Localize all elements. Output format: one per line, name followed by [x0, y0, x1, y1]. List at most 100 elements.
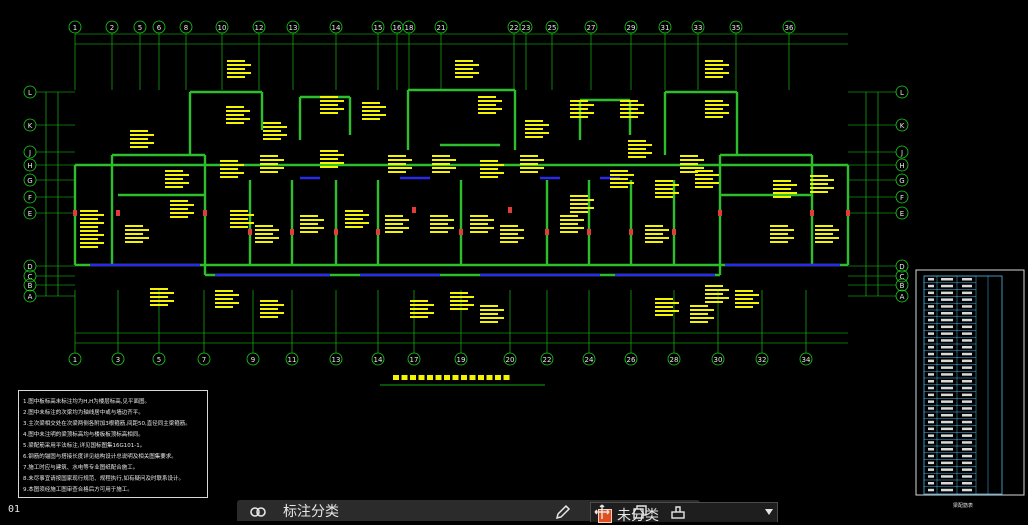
rebar-annotation: [150, 288, 168, 290]
rebar-annotation: [705, 108, 723, 110]
rebar-annotation: [430, 219, 454, 221]
rebar-annotation: [432, 155, 450, 157]
rebar-annotation: [690, 309, 714, 311]
rebar-annotation: [655, 196, 673, 198]
column-marker: [587, 229, 591, 235]
axis-label: E: [28, 210, 32, 218]
rebar-annotation: [255, 233, 273, 235]
rebar-annotation: [735, 306, 753, 308]
rebar-annotation: [385, 227, 409, 229]
rebar-annotation: [645, 225, 663, 227]
rebar-annotation: [815, 237, 839, 239]
rebar-annotation: [470, 219, 494, 221]
copy-icon[interactable]: [631, 504, 649, 520]
column-marker: [412, 207, 416, 213]
rebar-annotation: [345, 218, 363, 220]
rebar-annotation: [655, 192, 679, 194]
rebar-annotation: [628, 140, 646, 142]
rebar-annotation: [362, 110, 380, 112]
legend-cell: [928, 305, 934, 308]
legend-cell: [928, 380, 934, 383]
note-line: 6.钢筋的锚固与搭接长度详见结构设计总说明及相关图集要求。: [23, 454, 177, 460]
rebar-annotation: [570, 108, 588, 110]
axis-label: L: [900, 89, 904, 97]
link-icon[interactable]: [249, 504, 267, 520]
rebar-annotation: [345, 226, 363, 228]
rebar-annotation: [520, 171, 538, 173]
axis-label: 36: [785, 24, 794, 32]
legend-cell: [962, 482, 972, 485]
rebar-annotation: [260, 159, 284, 161]
rebar-annotation: [388, 155, 406, 157]
legend-cell: [962, 386, 972, 390]
legend-cell: [941, 359, 953, 363]
edit-icon[interactable]: [554, 504, 572, 520]
rebar-annotation: [520, 163, 538, 165]
note-line: 9.本图须经施工图审查合格后方可用于施工。: [23, 487, 133, 493]
legend-cell: [941, 332, 953, 335]
axis-label: A: [900, 293, 905, 301]
legend-cell: [941, 461, 953, 465]
rebar-annotation: [735, 290, 753, 292]
rebar-annotation: [80, 234, 104, 236]
legend-cell: [941, 339, 953, 342]
rebar-annotation: [388, 167, 412, 169]
rebar-annotation: [455, 64, 479, 66]
rebar-annotation: [130, 134, 154, 136]
rebar-annotation: [150, 300, 174, 302]
axis-label: L: [28, 89, 32, 97]
rebar-annotation: [430, 227, 454, 229]
rebar-annotation: [345, 210, 363, 212]
legend-cell: [962, 332, 972, 335]
move-icon[interactable]: [593, 504, 611, 520]
axis-label: 35: [732, 24, 741, 32]
rebar-annotation: [130, 146, 148, 148]
axis-label: 1: [73, 356, 77, 364]
legend-cell: [928, 420, 934, 424]
stamp-icon[interactable]: [669, 504, 687, 520]
rebar-annotation: [170, 204, 194, 206]
rebar-annotation: [150, 304, 168, 306]
rebar-annotation: [432, 163, 450, 165]
axis-label: 8: [184, 24, 188, 32]
legend-cell: [962, 325, 972, 329]
rebar-annotation: [450, 304, 474, 306]
rebar-annotation: [320, 166, 338, 168]
rebar-annotation: [320, 154, 344, 156]
rebar-annotation: [230, 226, 248, 228]
rebar-annotation: [480, 160, 498, 162]
rebar-annotation: [165, 186, 183, 188]
rebar-annotation: [815, 229, 839, 231]
rebar-annotation: [560, 231, 578, 233]
rebar-annotation: [480, 313, 498, 315]
rebar-annotation: [263, 134, 287, 136]
axis-label: B: [900, 282, 905, 290]
legend-cell: [962, 434, 972, 437]
column-marker: [810, 210, 814, 216]
rebar-annotation: [130, 130, 148, 132]
legend-cell: [928, 454, 934, 458]
rebar-annotation: [345, 214, 369, 216]
rebar-annotation: [227, 76, 245, 78]
legend-cell: [941, 414, 953, 417]
rebar-annotation: [570, 199, 594, 201]
sheet-tab[interactable]: 01: [8, 504, 20, 515]
axis-label: 5: [157, 356, 161, 364]
rebar-annotation: [478, 108, 502, 110]
rebar-annotation: [770, 233, 788, 235]
legend-cell: [941, 475, 953, 478]
rebar-annotation: [620, 112, 644, 114]
general-notes-box: 1.图中板标高未标注均为H,H为楼层标高,见平面图。 2.图中未标注的次梁均为轴…: [18, 390, 208, 498]
legend-cell: [941, 305, 953, 308]
rebar-annotation: [570, 104, 594, 106]
axis-label: 2: [110, 24, 114, 32]
rebar-annotation: [525, 132, 549, 134]
rebar-annotation: [705, 297, 729, 299]
rebar-annotation: [628, 148, 646, 150]
legend-cell: [962, 468, 972, 471]
legend-cell: [928, 414, 934, 417]
rebar-annotation: [520, 167, 544, 169]
legend-cell: [962, 305, 972, 308]
rebar-annotation: [478, 96, 496, 98]
rebar-annotation: [170, 212, 194, 214]
